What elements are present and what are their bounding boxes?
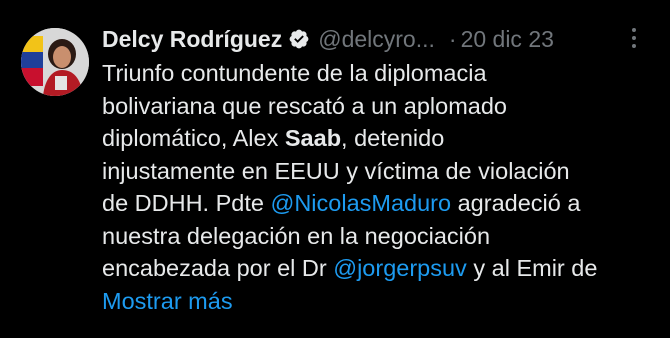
text-segment: diplomático, Alex	[102, 125, 285, 151]
tweet[interactable]: Delcy Rodríguez @delcyro... · 20 dic 23 …	[0, 0, 670, 338]
show-more-link[interactable]: Mostrar más	[102, 285, 662, 318]
text-segment: encabezada por el Dr	[102, 255, 334, 281]
bold-keyword: Saab	[284, 125, 342, 151]
mention-link[interactable]: @NicolasMaduro	[270, 190, 451, 216]
author-handle[interactable]: @delcyro...	[318, 26, 435, 53]
tweet-text-line: diplomático, Alex Saab, detenido	[102, 122, 662, 155]
text-segment: y al Emir de	[466, 255, 598, 281]
tweet-content: Delcy Rodríguez @delcyro... · 20 dic 23 …	[102, 22, 662, 317]
tweet-text-line: Triunfo contundente de la diplomacia	[102, 60, 487, 86]
tweet-text-line: bolivariana que rescató a un aplomado	[102, 92, 507, 119]
avatar[interactable]	[21, 28, 89, 96]
more-options-icon[interactable]	[628, 28, 640, 52]
tweet-text-line: injustamente en EEUU y víctima de violac…	[102, 157, 570, 184]
separator-dot: ·	[448, 25, 457, 52]
text-segment: agradeció a	[451, 190, 581, 216]
tweet-text-line: de DDHH. Pdte @NicolasMaduro agradeció a	[102, 187, 662, 220]
tweet-date[interactable]: 20 dic 23	[461, 26, 554, 53]
text-segment: , detenido	[341, 125, 445, 151]
text-segment: de DDHH. Pdte	[102, 190, 271, 216]
verified-badge-icon	[288, 28, 310, 50]
author-display-name[interactable]: Delcy Rodríguez	[102, 26, 282, 53]
mention-link[interactable]: @jorgerpsuv	[333, 255, 467, 281]
tweet-text: Triunfo contundente de la diplomacia bol…	[102, 57, 662, 317]
tweet-text-line: nuestra delegación en la negociación	[102, 222, 491, 249]
tweet-header: Delcy Rodríguez @delcyro... · 20 dic 23	[102, 22, 662, 56]
tweet-text-line: encabezada por el Dr @jorgerpsuv y al Em…	[102, 252, 662, 285]
